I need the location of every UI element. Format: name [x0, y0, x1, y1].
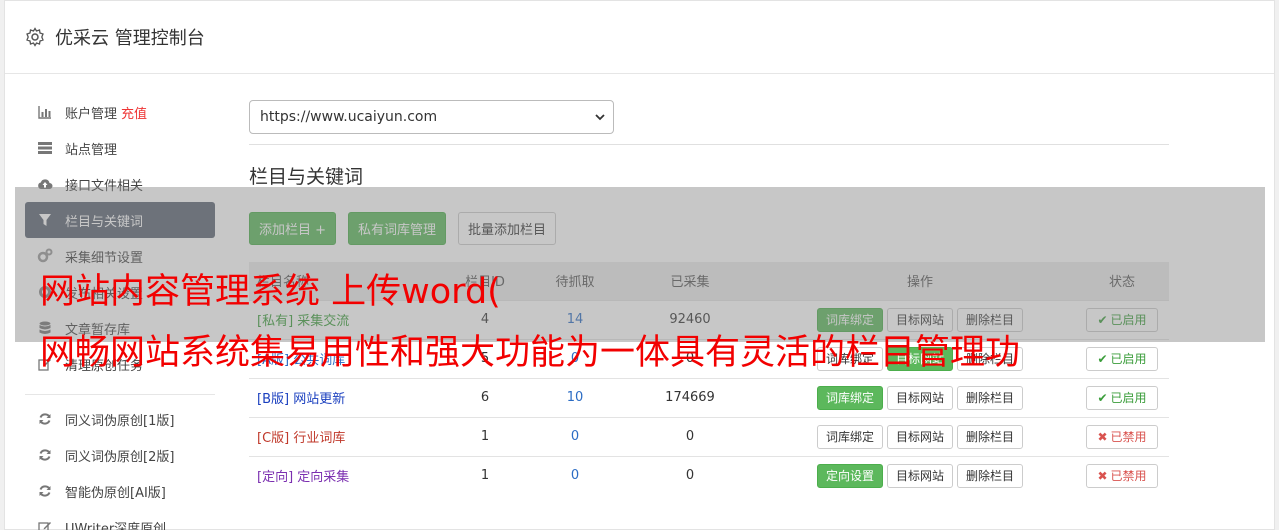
directed-settings-button[interactable]: 定向设置: [816, 463, 883, 488]
gear-icon: [26, 27, 44, 47]
target-site-button[interactable]: 目标网站: [886, 424, 953, 449]
column-tag: [C版]: [257, 431, 290, 446]
sidebar-item-uwriter[interactable]: UWriter深度原创: [25, 509, 215, 530]
column-tag: [定向]: [257, 470, 294, 486]
refresh-icon: [37, 411, 53, 427]
section-title: 栏目与关键词: [249, 166, 364, 188]
column-name-cell[interactable]: [B版] 网站更新: [249, 377, 435, 417]
target-site-button[interactable]: 目标网站: [886, 385, 953, 410]
sidebar-item-synonym-v2[interactable]: 同义词伪原创[2版]: [25, 437, 215, 473]
sidebar-item-synonym-v1[interactable]: 同义词伪原创[1版]: [25, 401, 215, 437]
overlay-subline: 网畅网站系统集易用性和强大功能为一体具有灵活的栏目管理功: [40, 333, 1021, 373]
overlay-banner: [15, 187, 1265, 342]
sidebar-item-label: 同义词伪原创[2版]: [65, 449, 175, 465]
delete-column-button[interactable]: 删除栏目: [957, 385, 1024, 410]
column-name-cell[interactable]: [定向] 定向采集: [249, 455, 435, 495]
status-label: 已启用: [1110, 391, 1147, 405]
edit-icon: [37, 519, 53, 530]
column-tag: [B版]: [257, 392, 290, 407]
collected-count: 174669: [615, 377, 765, 417]
divider: [249, 144, 1169, 145]
delete-column-button[interactable]: 删除栏目: [957, 424, 1024, 449]
column-name: 定向采集: [297, 470, 350, 486]
status-toggle[interactable]: ✔ 已启用: [1086, 346, 1158, 371]
column-id: 6: [435, 377, 535, 417]
status-label: 已启用: [1110, 352, 1147, 366]
recharge-link[interactable]: 充值: [121, 103, 147, 122]
delete-column-button[interactable]: 删除栏目: [957, 463, 1024, 488]
sidebar-item-label: 智能伪原创[AI版]: [65, 485, 166, 501]
collected-count: 0: [615, 416, 765, 456]
table-row: [定向] 定向采集 1 0 0 定向设置 目标网站 删除栏目 ✖ 已禁用: [249, 455, 1169, 495]
table-row: [C版] 行业词库 1 0 0 词库绑定 目标网站 删除栏目 ✖ 已禁用: [249, 416, 1169, 456]
site-select[interactable]: https://www.ucaiyun.com: [249, 100, 614, 134]
sidebar-item-label: 站点管理: [65, 142, 118, 158]
pending-count[interactable]: 0: [535, 455, 615, 495]
sidebar-item-sites[interactable]: 站点管理: [25, 130, 215, 166]
check-icon: ✔: [1097, 351, 1108, 366]
refresh-icon: [37, 483, 53, 499]
bar-chart-icon: [37, 104, 53, 120]
sidebar-divider: [25, 394, 215, 395]
table-row: [B版] 网站更新 6 10 174669 词库绑定 目标网站 删除栏目 ✔ 已启用: [249, 377, 1169, 417]
panel-header: 优采云 管理控制台: [5, 1, 1274, 74]
target-site-button[interactable]: 目标网站: [886, 463, 953, 488]
column-name: 行业词库: [293, 431, 346, 446]
close-icon: ✖: [1097, 468, 1108, 483]
pending-count[interactable]: 10: [535, 377, 615, 417]
sidebar-item-label: UWriter深度原创: [65, 521, 167, 530]
column-name: 网站更新: [293, 392, 346, 407]
column-name-cell[interactable]: [C版] 行业词库: [249, 416, 435, 456]
status-label: 已禁用: [1110, 469, 1147, 484]
check-icon: ✔: [1097, 390, 1108, 405]
collected-count: 0: [615, 455, 765, 495]
sidebar-item-label: 账户管理: [65, 106, 118, 122]
bind-lib-button[interactable]: 词库绑定: [816, 385, 883, 410]
column-id: 1: [435, 416, 535, 456]
sidebar-item-label: 同义词伪原创[1版]: [65, 413, 175, 429]
sidebar-item-ai-rewrite[interactable]: 智能伪原创[AI版]: [25, 473, 215, 509]
page-title: 优采云 管理控制台: [55, 28, 205, 49]
server-list-icon: [37, 140, 53, 156]
status-toggle[interactable]: ✔ 已启用: [1086, 385, 1158, 410]
status-toggle[interactable]: ✖ 已禁用: [1086, 424, 1158, 449]
chevron-down-icon: [595, 114, 605, 121]
refresh-icon: [37, 447, 53, 463]
column-id: 1: [435, 455, 535, 495]
overlay-headline: 网站内容管理系统 上传word(: [40, 272, 501, 312]
site-select-value: https://www.ucaiyun.com: [260, 109, 438, 125]
sidebar-item-account[interactable]: 账户管理 充值: [25, 94, 215, 130]
close-icon: ✖: [1097, 429, 1108, 444]
pending-count[interactable]: 0: [535, 416, 615, 456]
status-label: 已禁用: [1110, 430, 1147, 444]
status-toggle[interactable]: ✖ 已禁用: [1086, 463, 1158, 488]
bind-lib-button[interactable]: 词库绑定: [816, 424, 883, 449]
